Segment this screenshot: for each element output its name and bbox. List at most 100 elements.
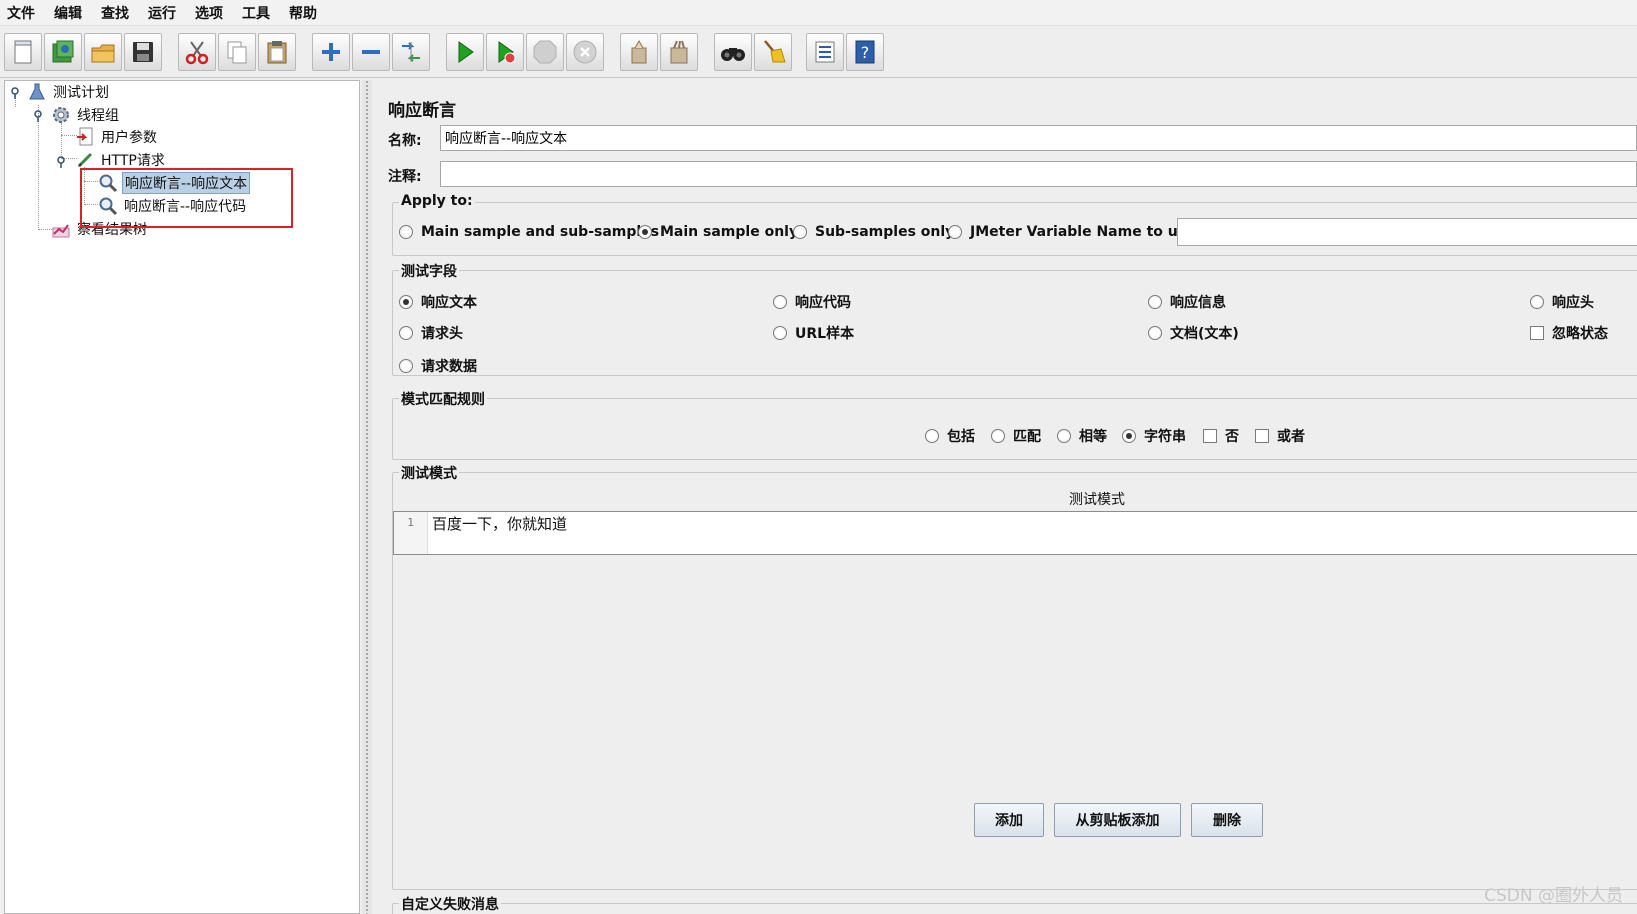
rule-or-checkbox[interactable]: 或者	[1255, 426, 1305, 446]
name-label: 名称:	[388, 133, 422, 149]
open-icon	[91, 44, 115, 63]
menu-options[interactable]: 选项	[194, 1, 224, 25]
menu-help[interactable]: 帮助	[288, 1, 318, 25]
rule-substring-radio[interactable]: 字符串	[1122, 426, 1186, 446]
panel-title: 响应断言	[388, 101, 456, 121]
test-field-title: 测试字段	[399, 261, 459, 281]
menu-file[interactable]: 文件	[6, 1, 36, 25]
stop-button[interactable]	[526, 33, 564, 71]
pattern-text[interactable]: 百度一下，你就知道	[432, 513, 567, 534]
help-button[interactable]: ?	[846, 33, 884, 71]
toolbar: ?	[0, 26, 1637, 78]
tree-node-thread-group[interactable]: 线程组	[51, 104, 121, 126]
menu-search[interactable]: 查找	[100, 1, 130, 25]
split-pane-divider[interactable]	[362, 80, 372, 914]
menu-run[interactable]: 运行	[147, 1, 177, 25]
preprocessor-icon	[75, 127, 95, 147]
shutdown-button[interactable]	[566, 33, 604, 71]
ignore-status-checkbox[interactable]: 忽略状态	[1530, 323, 1608, 343]
clear-all-button[interactable]	[660, 33, 698, 71]
patterns-title: 测试模式	[399, 463, 459, 483]
cut-icon	[185, 41, 209, 65]
name-field[interactable]	[440, 125, 1637, 151]
svg-text:?: ?	[861, 43, 870, 62]
paste-button[interactable]	[258, 33, 296, 71]
tree-node-test-plan[interactable]: 测试计划	[27, 81, 111, 103]
apply-variable-radio[interactable]: JMeter Variable Name to use	[948, 224, 1196, 240]
tree-label: 测试计划	[53, 85, 109, 101]
copy-icon	[227, 41, 247, 64]
watermark-text: CSDN @圈外人员	[1484, 886, 1623, 906]
collapse-toggle-icon[interactable]	[10, 87, 20, 99]
field-response-code-radio[interactable]: 响应代码	[773, 292, 851, 312]
collapse-toggle-icon[interactable]	[33, 110, 43, 122]
apply-sub-only-radio[interactable]: Sub-samples only	[793, 224, 954, 240]
open-button[interactable]	[84, 33, 122, 71]
rule-not-checkbox[interactable]: 否	[1203, 426, 1239, 446]
field-document-radio[interactable]: 文档(文本)	[1148, 323, 1239, 343]
add-button[interactable]: 添加	[974, 803, 1044, 837]
comment-label: 注释:	[388, 169, 422, 185]
start-button[interactable]	[446, 33, 484, 71]
tree-node-user-params[interactable]: 用户参数	[75, 126, 159, 148]
clear-all-icon	[670, 40, 688, 64]
save-icon	[133, 42, 153, 62]
apply-main-only-radio[interactable]: Main sample only	[638, 224, 798, 240]
start-no-pause-button[interactable]	[486, 33, 524, 71]
toggle-button[interactable]	[392, 33, 430, 71]
tree-label: 线程组	[77, 108, 119, 124]
pattern-rules-title: 模式匹配规则	[399, 389, 487, 409]
field-request-headers-radio[interactable]: 请求头	[399, 323, 463, 343]
new-icon	[14, 40, 32, 64]
copy-button[interactable]	[218, 33, 256, 71]
reset-search-icon	[764, 40, 786, 63]
gear-icon	[51, 105, 71, 125]
expand-button[interactable]	[312, 33, 350, 71]
failure-message-title: 自定义失败消息	[399, 894, 501, 914]
rule-contains-radio[interactable]: 包括	[925, 426, 975, 446]
pattern-rules-group: 模式匹配规则 包括 匹配 相等 字符串 否 或者	[392, 389, 1637, 460]
field-response-text-radio[interactable]: 响应文本	[399, 292, 477, 312]
templates-button[interactable]	[44, 33, 82, 71]
cut-button[interactable]	[178, 33, 216, 71]
comment-field[interactable]	[440, 161, 1637, 187]
failure-message-group: 自定义失败消息	[392, 894, 1637, 914]
function-helper-button[interactable]	[806, 33, 844, 71]
annotation-highlight-box	[80, 168, 293, 228]
apply-to-title: Apply to:	[399, 193, 475, 209]
start-no-pause-icon	[498, 41, 516, 64]
field-response-headers-radio[interactable]: 响应头	[1530, 292, 1594, 312]
assertion-editor-panel: 响应断言 名称: 注释: Apply to: Main sample and s…	[374, 80, 1637, 914]
test-field-group: 测试字段 响应文本 响应代码 响应信息 响应头 请求头 URL样本 文档(文本)…	[392, 261, 1637, 376]
reset-search-button[interactable]	[754, 33, 792, 71]
apply-main-and-sub-radio[interactable]: Main sample and sub-samples	[399, 224, 659, 240]
apply-to-group: Apply to: Main sample and sub-samples Ma…	[392, 193, 1637, 256]
stop-icon	[533, 40, 557, 64]
new-button[interactable]	[4, 33, 42, 71]
shutdown-icon	[573, 40, 597, 64]
menu-bar: 文件 编辑 查找 运行 选项 工具 帮助	[0, 0, 1637, 26]
field-request-data-radio[interactable]: 请求数据	[399, 356, 477, 376]
variable-name-field[interactable]	[1177, 218, 1637, 246]
clear-button[interactable]	[620, 33, 658, 71]
search-button[interactable]	[714, 33, 752, 71]
start-icon	[458, 41, 474, 63]
listener-chart-icon	[51, 219, 71, 239]
test-plan-icon	[27, 82, 47, 102]
rule-matches-radio[interactable]: 匹配	[991, 426, 1041, 446]
field-response-message-radio[interactable]: 响应信息	[1148, 292, 1226, 312]
line-number: 1	[394, 512, 428, 554]
delete-button[interactable]: 删除	[1191, 803, 1263, 837]
add-from-clipboard-button[interactable]: 从剪贴板添加	[1054, 803, 1181, 837]
tree-label: HTTP请求	[101, 153, 165, 169]
save-button[interactable]	[124, 33, 162, 71]
collapse-toggle-icon[interactable]	[56, 156, 66, 168]
field-url-sample-radio[interactable]: URL样本	[773, 323, 854, 343]
templates-icon	[52, 40, 74, 63]
menu-edit[interactable]: 编辑	[53, 1, 83, 25]
collapse-button[interactable]	[352, 33, 390, 71]
patterns-column-header: 测试模式	[1069, 492, 1125, 508]
patterns-editor[interactable]: 1 百度一下，你就知道	[393, 511, 1637, 555]
menu-tools[interactable]: 工具	[241, 1, 271, 25]
rule-equals-radio[interactable]: 相等	[1057, 426, 1107, 446]
